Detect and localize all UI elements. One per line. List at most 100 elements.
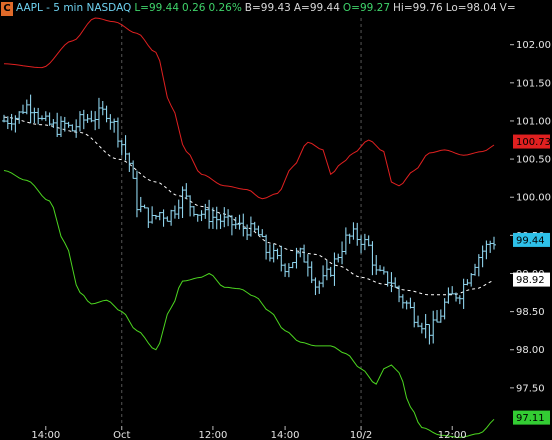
- price-bar: [492, 236, 496, 250]
- price-bar: [317, 280, 322, 294]
- value-tag: 99.44: [513, 232, 550, 247]
- price-bar: [9, 113, 14, 131]
- price-bar: [5, 116, 10, 130]
- price-bar: [43, 111, 48, 122]
- price-bar: [347, 233, 352, 244]
- price-bar: [309, 261, 314, 284]
- price-bar: [32, 107, 37, 124]
- y-tick-label: 98.50: [516, 307, 545, 318]
- y-tick-label: 98.00: [516, 345, 545, 356]
- price-bar: [93, 111, 98, 131]
- price-bar: [150, 206, 155, 224]
- price-bar: [381, 266, 386, 275]
- price-bar: [134, 170, 139, 218]
- price-bar: [199, 210, 204, 222]
- price-bar: [465, 279, 470, 286]
- y-tick-label: 102.00: [516, 40, 551, 51]
- x-tick-label: 10/2: [350, 430, 372, 440]
- price-bar: [112, 118, 117, 133]
- price-bar: [55, 112, 60, 138]
- price-bar: [28, 94, 33, 124]
- value-tag-label: 100.73: [516, 137, 551, 148]
- y-tick-label: 100.00: [516, 193, 551, 204]
- price-bar: [461, 278, 466, 309]
- price-bar: [488, 240, 493, 253]
- price-bar: [119, 140, 124, 156]
- value-tag-label: 98.92: [516, 275, 545, 286]
- price-chart[interactable]: 97.5098.0098.5099.0099.50100.00100.50101…: [0, 0, 552, 440]
- last-value-tags: 100.73 99.44 98.92 97.11: [513, 134, 551, 425]
- price-bar: [393, 277, 398, 288]
- price-bar: [36, 107, 41, 125]
- price-bar: [20, 104, 25, 115]
- price-bar: [188, 195, 193, 217]
- price-bar: [389, 272, 394, 293]
- price-bar: [39, 115, 44, 121]
- price-bar: [13, 115, 18, 133]
- price-bar: [89, 110, 94, 123]
- price-bar: [256, 225, 261, 236]
- price-bar: [435, 310, 440, 323]
- price-bar: [58, 116, 63, 137]
- price-bar: [17, 111, 22, 124]
- price-bar: [362, 233, 367, 251]
- price-bar: [416, 315, 421, 328]
- upper-band-line: [3, 17, 495, 200]
- price-bar: [370, 241, 375, 276]
- middle-band-line: [3, 116, 495, 296]
- price-bar: [138, 196, 143, 213]
- price-bar: [408, 297, 413, 309]
- price-bar: [222, 207, 227, 228]
- price-bar: [305, 254, 310, 277]
- price-bar: [419, 322, 424, 334]
- price-bar: [283, 263, 288, 277]
- price-bar: [47, 112, 52, 126]
- time-axis[interactable]: 14:00 Oct 12:00 14:00 10/2 12:00: [31, 426, 467, 440]
- price-bar: [355, 222, 360, 246]
- price-bar: [100, 100, 105, 116]
- price-axis[interactable]: 97.5098.0098.5099.0099.50100.00100.50101…: [510, 40, 551, 394]
- price-bar: [279, 245, 284, 272]
- price-bar: [438, 309, 443, 323]
- price-bar: [74, 119, 79, 138]
- price-bar: [427, 323, 432, 345]
- price-bar: [214, 206, 219, 230]
- price-bar: [374, 255, 379, 275]
- price-bar: [378, 265, 383, 272]
- price-bar: [207, 199, 212, 229]
- price-bar: [328, 266, 333, 277]
- lower-band-line: [3, 170, 495, 438]
- price-bar: [324, 260, 329, 281]
- x-tick-label: 14:00: [31, 430, 60, 440]
- price-bar: [446, 287, 451, 304]
- price-bars: [2, 94, 496, 345]
- price-bar: [336, 253, 341, 263]
- price-bar: [146, 207, 151, 228]
- price-bar: [131, 160, 136, 179]
- price-bar: [203, 203, 208, 219]
- price-bar: [457, 295, 462, 305]
- price-bar: [400, 294, 405, 309]
- price-bar: [431, 310, 436, 344]
- price-bar: [237, 214, 242, 230]
- price-bar: [469, 273, 474, 287]
- price-bar: [104, 105, 109, 123]
- price-bar: [252, 221, 257, 232]
- price-bar: [245, 224, 250, 241]
- y-tick-label: 100.50: [516, 155, 551, 166]
- y-tick-label: 101.00: [516, 116, 551, 127]
- price-bar: [176, 199, 181, 220]
- price-bar: [286, 263, 291, 278]
- price-bar: [275, 248, 280, 260]
- price-bar: [184, 183, 189, 200]
- price-bar: [142, 204, 147, 209]
- price-bar: [359, 235, 364, 254]
- price-bar: [195, 213, 200, 222]
- price-bar: [264, 234, 269, 260]
- price-bar: [70, 124, 75, 132]
- x-tick-label: 12:00: [438, 430, 467, 440]
- value-tag: 100.73: [513, 134, 551, 149]
- price-bar: [473, 263, 478, 276]
- price-bar: [66, 121, 71, 128]
- price-bar: [127, 152, 132, 172]
